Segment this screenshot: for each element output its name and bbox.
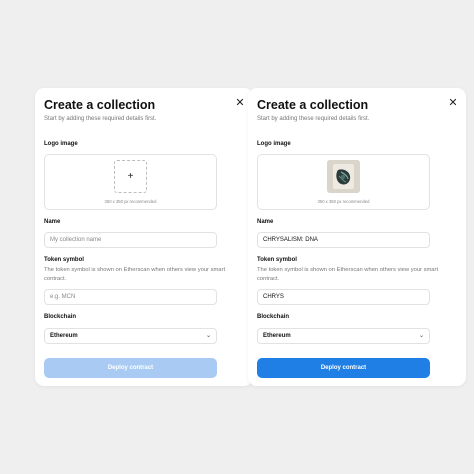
blockchain-select[interactable]: Ethereum ⌄ — [44, 328, 217, 344]
token-symbol-help: The token symbol is shown on Etherscan w… — [44, 267, 226, 282]
token-symbol-input[interactable]: e.g. MCN — [44, 289, 217, 305]
name-label: Name — [44, 219, 61, 225]
dialog-subtitle: Start by adding these required details f… — [44, 116, 157, 122]
token-symbol-label: Token symbol — [44, 257, 84, 263]
name-label: Name — [257, 219, 274, 225]
logo-upload-area[interactable]: 350 x 350 px recommended — [257, 154, 430, 210]
blockchain-value: Ethereum — [50, 333, 78, 339]
deploy-contract-button[interactable]: Deploy contract — [44, 358, 217, 378]
token-symbol-input[interactable]: CHRYS — [257, 289, 430, 305]
create-collection-dialog-empty: Create a collection ✕ Start by adding th… — [35, 88, 253, 386]
chevron-down-icon: ⌄ — [205, 333, 211, 339]
logo-size-hint: 350 x 350 px recommended — [317, 199, 370, 204]
name-input[interactable]: CHRYSALISM: DNA — [257, 232, 430, 248]
logo-preview-image — [327, 160, 360, 193]
deploy-contract-button[interactable]: Deploy contract — [257, 358, 430, 378]
blockchain-label: Blockchain — [44, 314, 77, 320]
chevron-down-icon: ⌄ — [418, 333, 424, 339]
dialog-subtitle: Start by adding these required details f… — [257, 116, 370, 122]
blockchain-label: Blockchain — [257, 314, 290, 320]
logo-size-hint: 350 x 350 px recommended — [104, 199, 157, 204]
name-input[interactable]: My collection name — [44, 232, 217, 248]
blockchain-value: Ethereum — [263, 333, 291, 339]
logo-image-label: Logo image — [257, 141, 291, 147]
logo-upload-area[interactable]: + 350 x 350 px recommended — [44, 154, 217, 210]
create-collection-dialog-filled: Create a collection ✕ Start by adding th… — [248, 88, 466, 386]
dialog-title: Create a collection — [257, 98, 369, 112]
plus-icon[interactable]: + — [114, 160, 147, 193]
blockchain-select[interactable]: Ethereum ⌄ — [257, 328, 430, 344]
dialog-title: Create a collection — [44, 98, 156, 112]
close-icon[interactable]: ✕ — [235, 98, 245, 109]
logo-image-label: Logo image — [44, 141, 78, 147]
token-symbol-help: The token symbol is shown on Etherscan w… — [257, 267, 439, 282]
close-icon[interactable]: ✕ — [448, 98, 458, 109]
token-symbol-label: Token symbol — [257, 257, 297, 263]
